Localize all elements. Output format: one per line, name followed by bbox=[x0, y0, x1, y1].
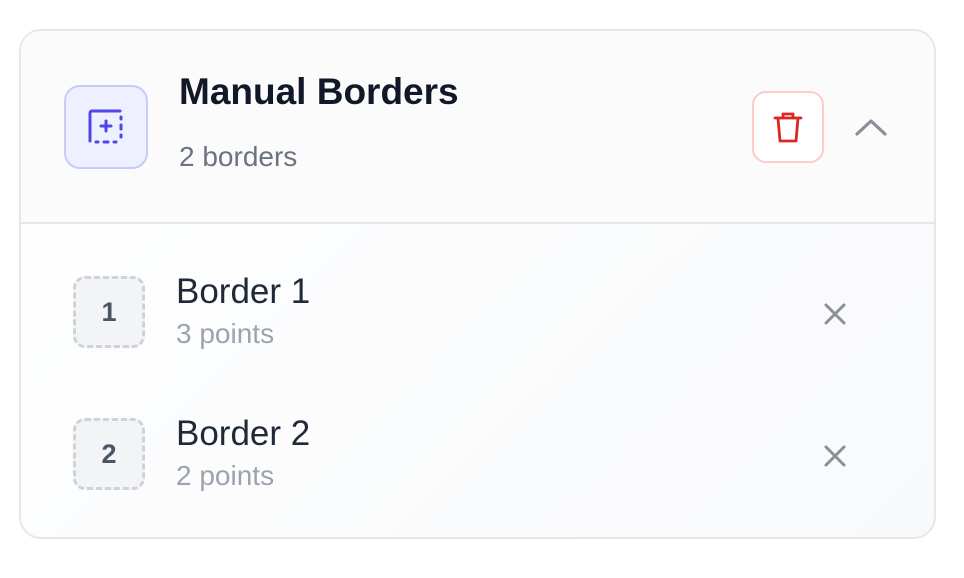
chevron-up-icon bbox=[855, 119, 887, 136]
border-index-badge: 1 bbox=[73, 276, 145, 348]
close-icon bbox=[824, 303, 846, 325]
border-name: Border 1 bbox=[176, 272, 311, 311]
collapse-button[interactable] bbox=[847, 103, 895, 151]
remove-border-button[interactable] bbox=[813, 434, 857, 478]
border-index-badge: 2 bbox=[73, 418, 145, 490]
border-count: 2 borders bbox=[179, 141, 298, 172]
list-item[interactable]: 1 Border 1 3 points bbox=[21, 224, 934, 349]
trash-icon bbox=[773, 112, 803, 143]
border-point-count: 3 points bbox=[176, 318, 275, 349]
manual-borders-card: Manual Borders 2 borders 1 Border 1 3 po… bbox=[19, 29, 936, 539]
card-header[interactable]: Manual Borders 2 borders bbox=[21, 31, 934, 224]
remove-border-button[interactable] bbox=[813, 292, 857, 336]
section-title: Manual Borders bbox=[179, 71, 459, 112]
delete-button[interactable] bbox=[752, 91, 824, 163]
border-point-count: 2 points bbox=[176, 460, 275, 491]
list-item[interactable]: 2 Border 2 2 points bbox=[21, 366, 934, 491]
dashed-square-plus-icon bbox=[64, 85, 148, 169]
close-icon bbox=[824, 445, 846, 467]
border-name: Border 2 bbox=[176, 414, 311, 453]
